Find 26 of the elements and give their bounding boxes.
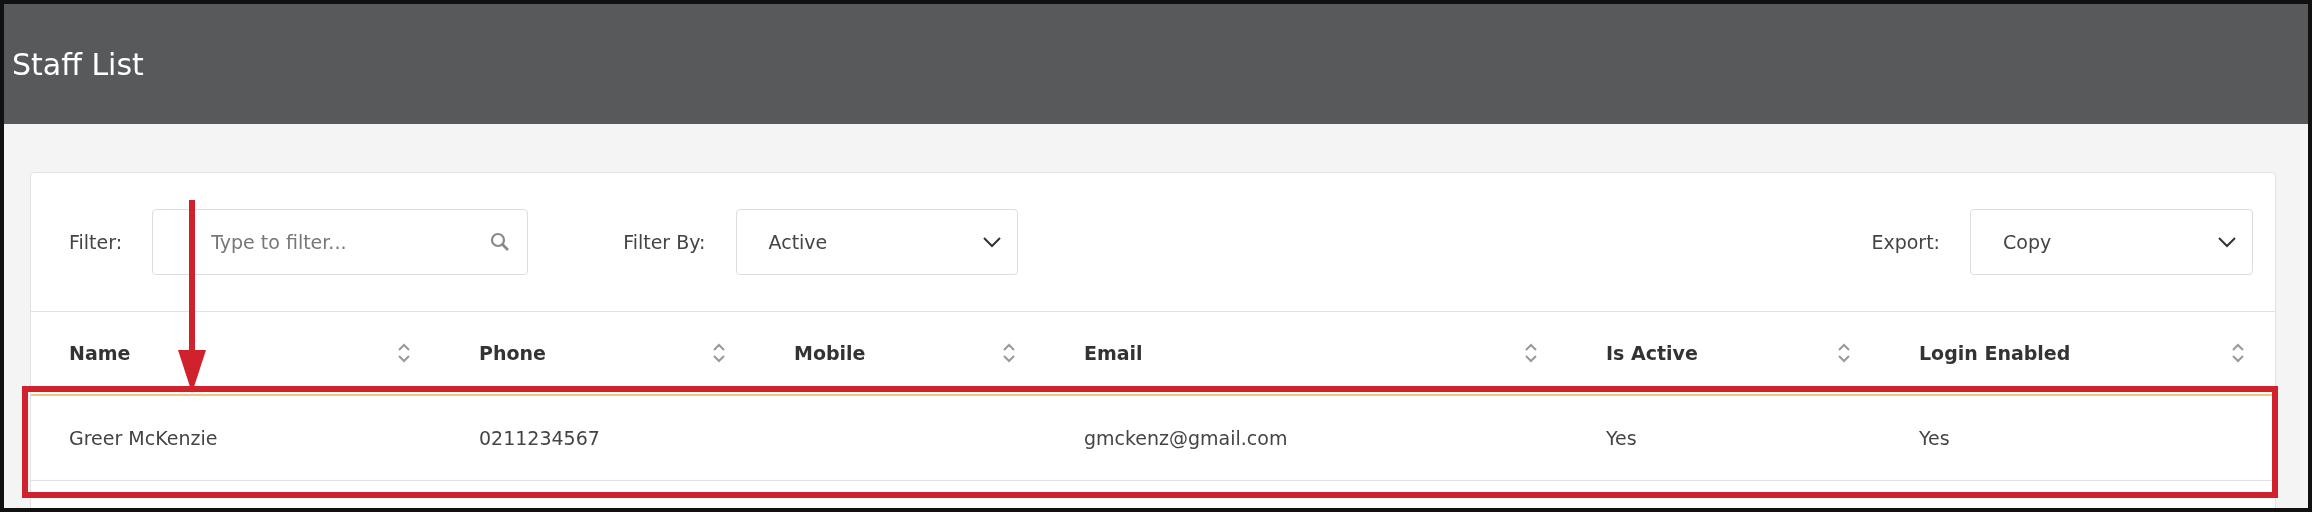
sort-icon[interactable]: [1002, 342, 1016, 364]
filter-field[interactable]: Type to filter...: [152, 209, 529, 275]
filter-by-label: Filter By:: [623, 231, 706, 253]
export-dropdown[interactable]: Copy: [1970, 209, 2253, 275]
sort-icon[interactable]: [1524, 342, 1538, 364]
caret-icon: [982, 236, 1001, 248]
table-cell: Yes: [1881, 396, 2275, 481]
table-cell: 0211234567: [441, 396, 756, 481]
column-header[interactable]: Phone: [441, 312, 756, 396]
column-header[interactable]: Mobile: [756, 312, 1046, 396]
column-header[interactable]: Is Active: [1568, 312, 1881, 396]
search-icon: [490, 232, 511, 252]
sort-icon[interactable]: [2231, 342, 2245, 364]
sort-icon[interactable]: [712, 342, 726, 364]
filter-label: Filter:: [69, 231, 123, 253]
column-header[interactable]: Email: [1046, 312, 1568, 396]
table-cell: Yes: [1568, 396, 1881, 481]
table-cell: gmckenz@gmail.com: [1046, 396, 1568, 481]
sort-icon[interactable]: [1837, 342, 1851, 364]
caret-icon: [2218, 236, 2236, 248]
page-title: Staff List: [12, 46, 144, 82]
export-label: Export:: [1871, 231, 1940, 253]
table-cell: Greer McKenzie: [31, 396, 441, 481]
filter-by-dropdown[interactable]: Active: [735, 209, 1018, 275]
sort-icon[interactable]: [397, 342, 411, 364]
column-header[interactable]: Login Enabled: [1881, 312, 2275, 396]
